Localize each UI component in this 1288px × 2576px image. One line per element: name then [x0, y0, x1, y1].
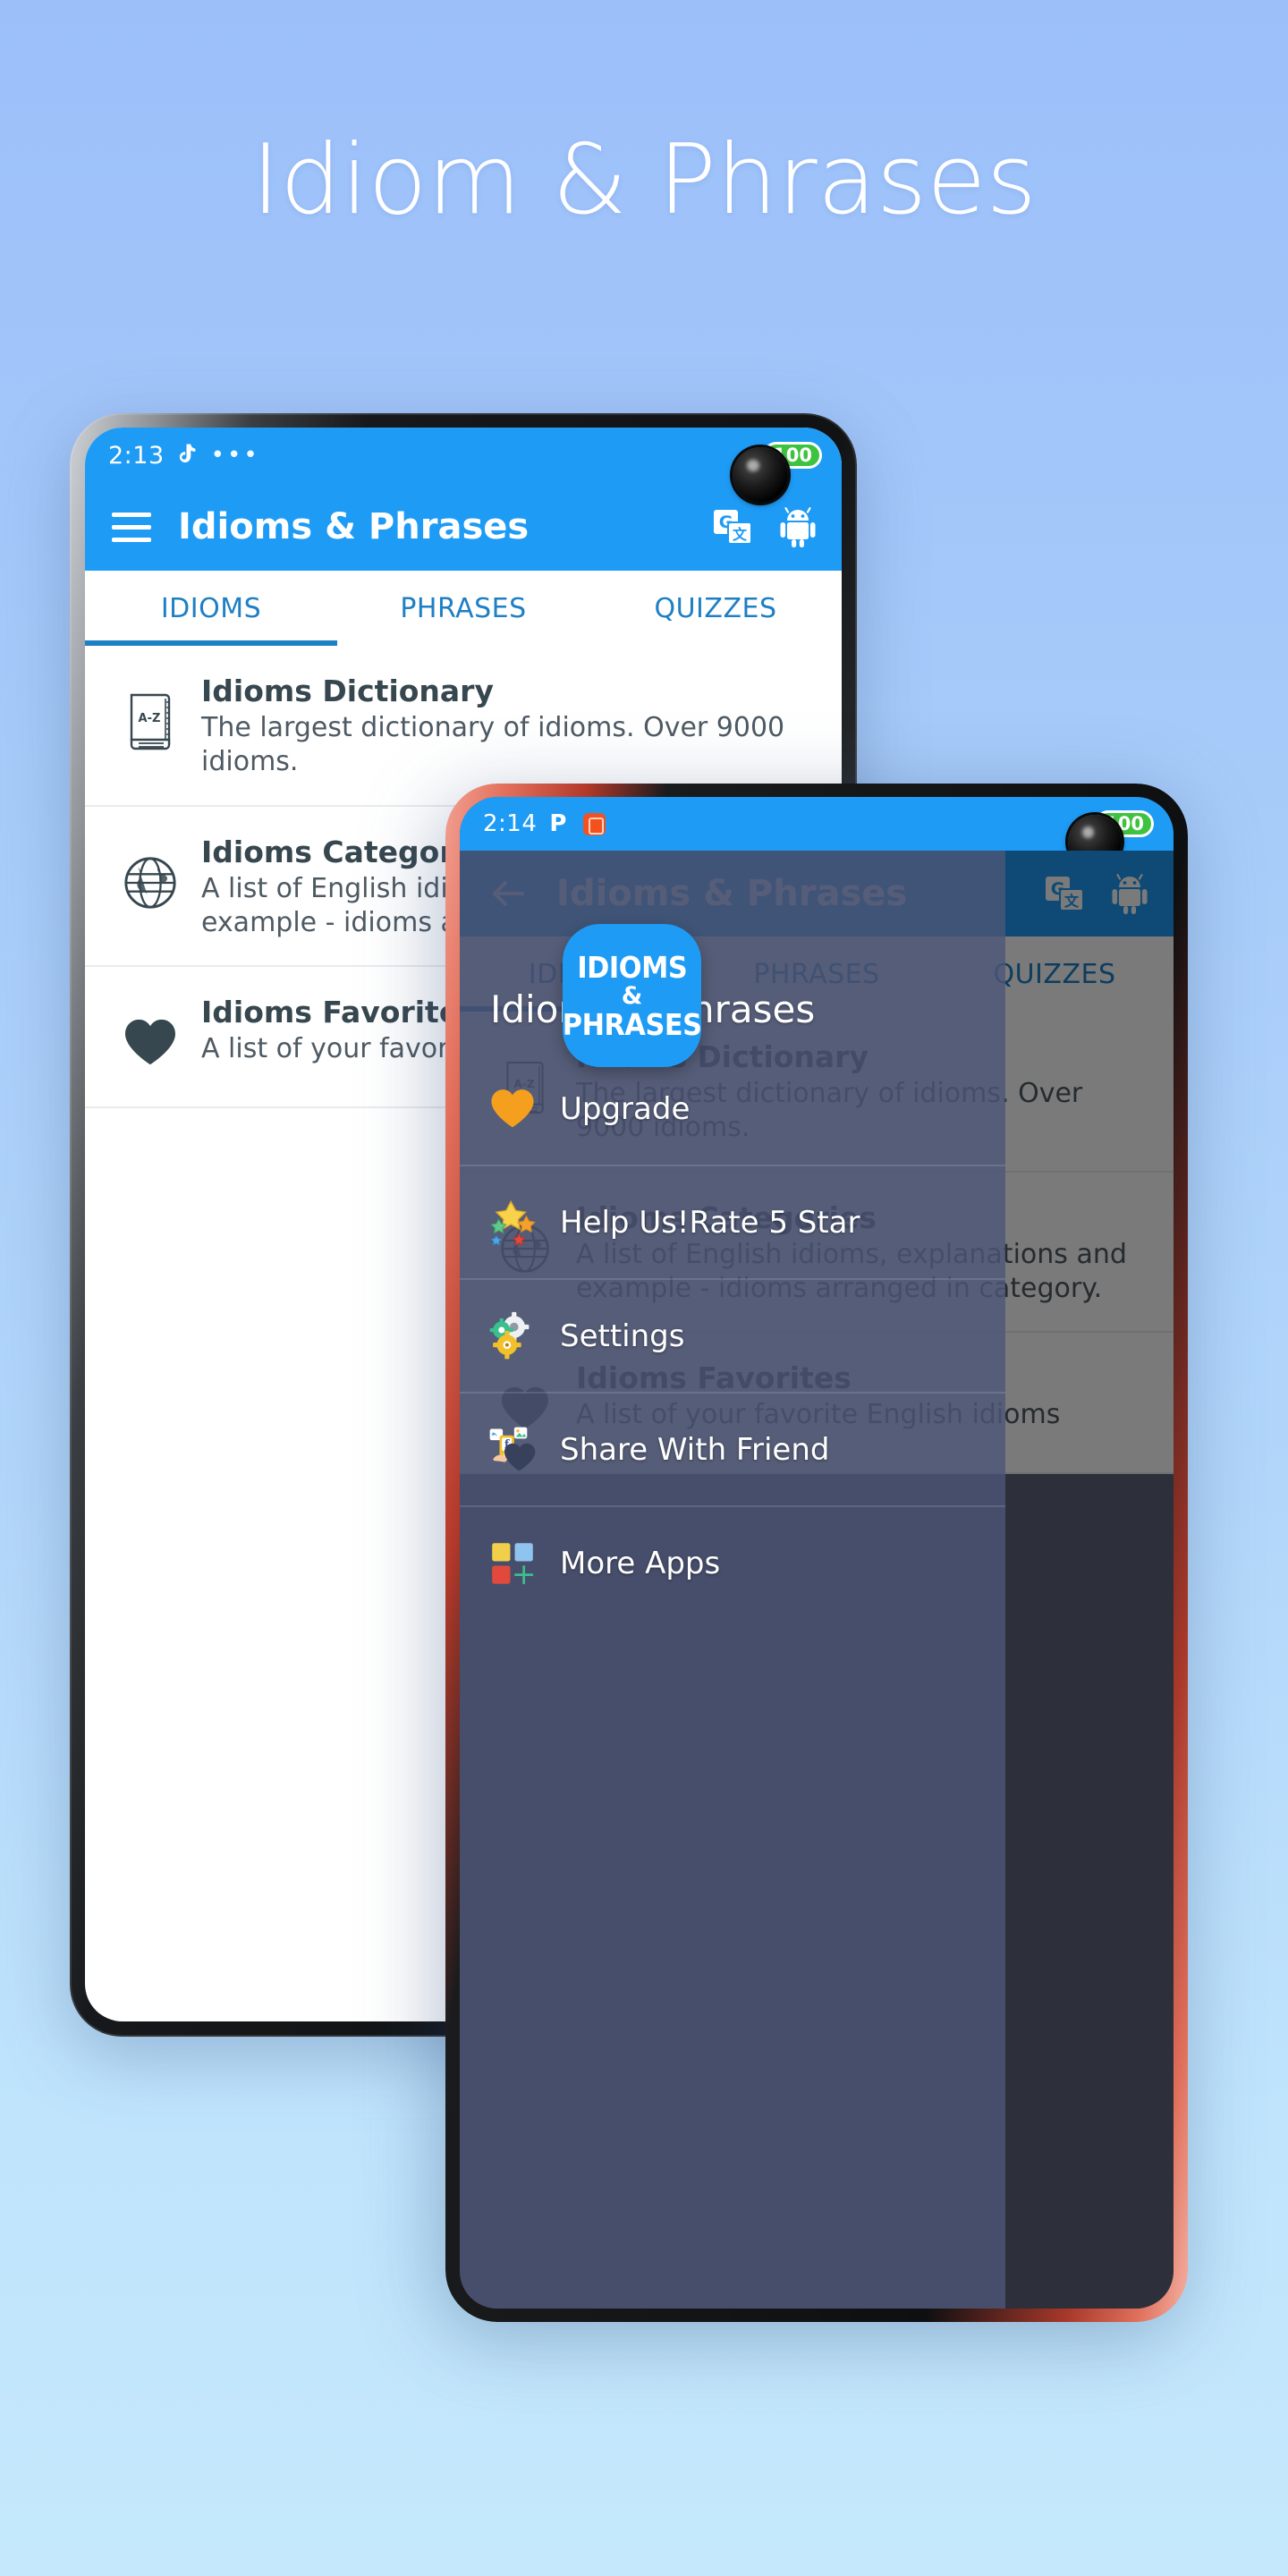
settings-gears-icon [479, 1307, 546, 1366]
camera-punch-hole [733, 447, 788, 503]
hamburger-menu-icon[interactable] [112, 512, 151, 542]
tiktok-icon [177, 443, 199, 468]
status-clock: 2:14 [483, 810, 538, 837]
orange-app-icon [583, 812, 606, 835]
app-logo-line3: PHRASES [562, 1006, 702, 1042]
status-clock: 2:13 [108, 441, 165, 470]
az-dictionary-book-icon: A-Z [115, 683, 185, 760]
navigation-drawer: Idioms & Phrases Upgrade [460, 851, 1005, 2309]
google-translate-icon[interactable]: G 文 [711, 505, 754, 548]
phone-mockup-front: 2:14 P 100 G 文 QUIZZES Over and category… [445, 784, 1188, 2322]
tab-bar-back[interactable]: IDIOMS PHRASES QUIZZES [85, 571, 842, 646]
more-apps-grid-icon [479, 1534, 546, 1593]
drawer-item-rate[interactable]: Help Us!Rate 5 Star [460, 1172, 1005, 1273]
google-translate-icon[interactable]: G 文 [1043, 872, 1086, 915]
drawer-item-share[interactable]: f Share With Friend [460, 1399, 1005, 1500]
android-robot-icon[interactable] [1109, 871, 1150, 916]
list-item-subtitle: The largest dictionary of idioms. Over 9… [201, 711, 785, 778]
android-robot-icon[interactable] [777, 504, 818, 549]
drawer-item-label: More Apps [560, 1545, 721, 1581]
drawer-item-settings[interactable]: Settings [460, 1285, 1005, 1386]
list-item[interactable]: A-Z Idioms Dictionary The largest dictio… [85, 646, 842, 807]
list-item-title: Idioms Dictionary [201, 674, 494, 708]
status-bar-front: 2:14 P 100 [460, 797, 1174, 869]
tab-indicator [85, 640, 337, 646]
globe-icon [115, 844, 185, 921]
tab-idioms[interactable]: IDIOMS [85, 571, 337, 646]
screenshot-stage: Idiom & Phrases 2:13 ••• 100 Idioms & Ph… [0, 0, 1288, 2576]
drawer-item-upgrade[interactable]: Upgrade [460, 1058, 1005, 1159]
drawer-divider [460, 1278, 1005, 1280]
share-phone-icon: f [479, 1420, 546, 1479]
app-logo-badge: IDIOMS & PHRASES [562, 924, 702, 1067]
tab-quizzes[interactable]: QUIZZES [589, 571, 842, 646]
status-bar-back: 2:13 ••• 100 [85, 428, 842, 503]
app-bar-back: Idioms & Phrases G 文 [85, 483, 842, 571]
drawer-divider [460, 1392, 1005, 1394]
app-bar-title: Idioms & Phrases [178, 506, 530, 547]
svg-text:文: 文 [733, 526, 748, 543]
pinterest-icon: P [549, 810, 567, 837]
svg-text:文: 文 [1064, 893, 1080, 910]
drawer-header: Idioms & Phrases [460, 851, 1005, 1058]
heart-icon [115, 1004, 185, 1081]
drawer-item-label: Help Us!Rate 5 Star [560, 1204, 860, 1241]
orange-heart-icon [479, 1080, 546, 1139]
app-logo-line1: IDIOMS [577, 949, 687, 985]
stars-rating-icon [479, 1193, 546, 1252]
more-dots-icon: ••• [210, 442, 260, 469]
drawer-item-more-apps[interactable]: More Apps [460, 1513, 1005, 1614]
drawer-item-label: Upgrade [560, 1090, 691, 1127]
drawer-divider [460, 1505, 1005, 1507]
page-title: Idiom & Phrases [251, 124, 1037, 236]
svg-text:A-Z: A-Z [139, 712, 161, 725]
drawer-divider [460, 1165, 1005, 1166]
drawer-item-label: Share With Friend [560, 1431, 830, 1468]
drawer-item-label: Settings [560, 1318, 685, 1354]
app-logo-line2: & [621, 981, 643, 1010]
tab-phrases[interactable]: PHRASES [337, 571, 589, 646]
